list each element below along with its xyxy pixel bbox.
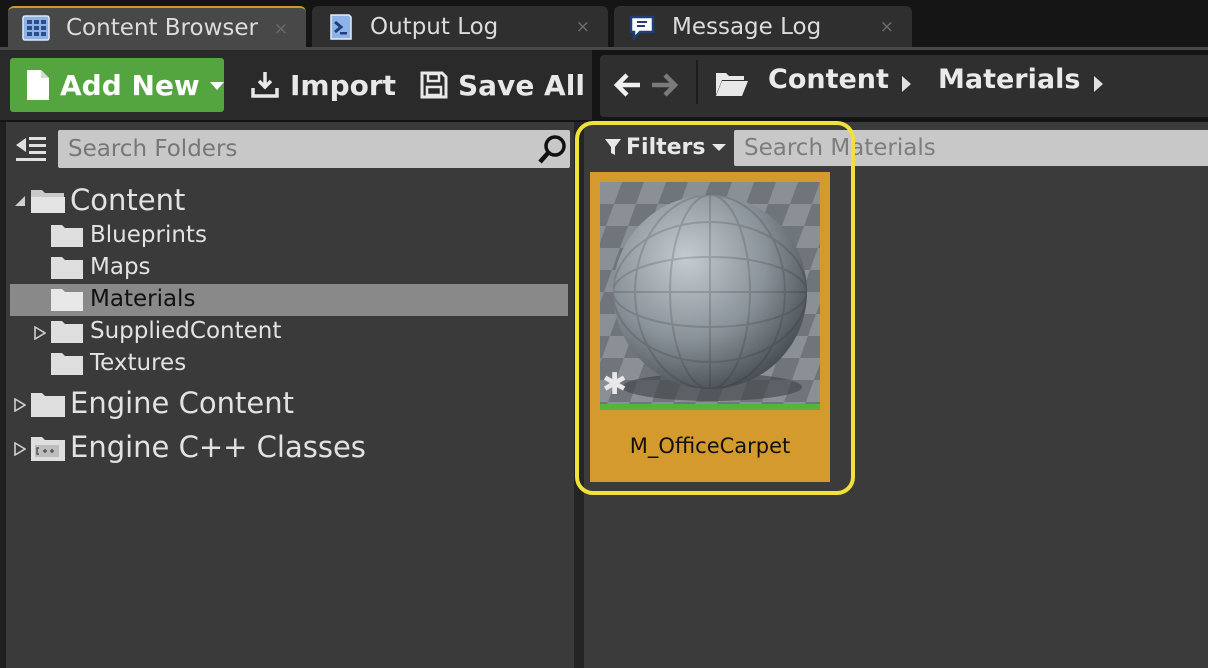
folder-icon <box>30 392 66 422</box>
folder-icon <box>50 256 84 284</box>
search-icon[interactable] <box>536 134 570 164</box>
tree-item-label: Materials <box>90 286 196 312</box>
tree-item-label: Maps <box>90 254 151 280</box>
folder-search-field[interactable] <box>58 130 570 168</box>
folder-icon <box>50 288 84 316</box>
forward-arrow-icon[interactable] <box>648 68 682 102</box>
tab-label: Output Log <box>370 14 499 40</box>
tab-label: Content Browser <box>66 15 258 41</box>
breadcrumb-item-materials[interactable]: Materials <box>938 64 1080 95</box>
add-new-label: Add New <box>60 68 200 102</box>
folder-icon <box>50 320 84 348</box>
collapsed-arrow-icon[interactable] <box>14 441 27 457</box>
open-folder-icon <box>714 70 750 102</box>
tree-item-content[interactable]: Content <box>10 182 568 220</box>
nav-divider <box>696 60 698 104</box>
import-icon <box>250 70 280 100</box>
tab-output-log[interactable]: Output Log × <box>312 6 608 48</box>
highlight-outline <box>575 121 855 495</box>
save-all-button[interactable]: Save All <box>420 60 585 110</box>
breadcrumb-item-content[interactable]: Content <box>768 64 889 95</box>
tree-item-suppliedcontent[interactable]: SuppliedContent <box>10 316 568 348</box>
folder-icon <box>50 224 84 252</box>
import-label: Import <box>290 68 397 102</box>
breadcrumb-separator-icon[interactable] <box>902 76 911 92</box>
folder-tree-panel: Content Blueprints Maps Materials Suppli… <box>6 122 574 668</box>
toolbar: Add New Import Save All Content Material… <box>0 50 1208 120</box>
tab-content-browser[interactable]: Content Browser × <box>8 6 306 48</box>
content-browser-icon <box>22 14 50 42</box>
tree-item-label: Content <box>70 183 186 217</box>
folder-open-icon <box>30 188 66 218</box>
tree-item-textures[interactable]: Textures <box>10 348 568 380</box>
collapsed-arrow-icon[interactable] <box>34 325 47 341</box>
output-log-icon <box>326 13 354 41</box>
tree-item-label: Engine C++ Classes <box>70 430 366 464</box>
tree-item-blueprints[interactable]: Blueprints <box>10 220 568 252</box>
save-icon <box>420 71 448 99</box>
folder-search-input[interactable] <box>58 130 570 168</box>
folder-icon <box>50 352 84 380</box>
import-button[interactable]: Import <box>250 60 396 110</box>
breadcrumb-separator-icon[interactable] <box>1094 76 1103 92</box>
tree-item-materials[interactable]: Materials <box>10 284 568 316</box>
new-file-icon <box>26 69 50 101</box>
tree-item-maps[interactable]: Maps <box>10 252 568 284</box>
cpp-class-folder-icon <box>30 436 66 466</box>
close-icon[interactable]: × <box>576 17 590 37</box>
close-icon[interactable]: × <box>274 19 288 39</box>
tree-item-label: Engine Content <box>70 386 294 420</box>
tree-item-label: Blueprints <box>90 222 207 248</box>
collapsed-arrow-icon[interactable] <box>14 397 27 413</box>
close-icon[interactable]: × <box>880 17 894 37</box>
toggle-sources-icon[interactable] <box>14 134 48 164</box>
tab-bar: Content Browser × Output Log × Message L… <box>0 0 1208 50</box>
save-all-label: Save All <box>458 68 585 102</box>
tree-item-label: Textures <box>90 350 187 376</box>
tab-message-log[interactable]: Message Log × <box>614 6 912 48</box>
tab-label: Message Log <box>672 14 822 40</box>
back-arrow-icon[interactable] <box>610 68 644 102</box>
tree-item-engine-content[interactable]: Engine Content <box>10 384 568 424</box>
add-new-button[interactable]: Add New <box>10 58 224 112</box>
expanded-arrow-icon[interactable] <box>14 192 26 206</box>
chevron-down-icon <box>209 76 224 95</box>
toolbar-actions: Add New Import Save All <box>0 50 592 120</box>
tree-item-engine-cpp-classes[interactable]: Engine C++ Classes <box>10 428 568 468</box>
message-log-icon <box>628 13 656 41</box>
tree-item-label: SuppliedContent <box>90 318 282 344</box>
